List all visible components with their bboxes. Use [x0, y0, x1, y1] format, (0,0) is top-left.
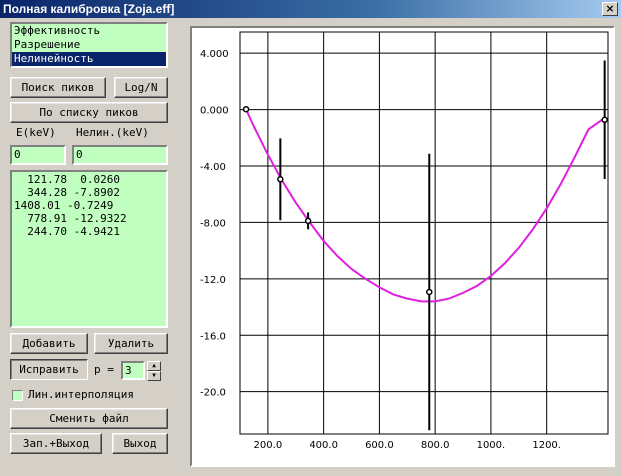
y-tick-label: 4.000: [200, 49, 229, 60]
exit-button[interactable]: Выход: [112, 433, 168, 454]
list-item[interactable]: 244.70 -4.9421: [12, 225, 166, 238]
add-button[interactable]: Добавить: [10, 333, 88, 354]
data-point: [304, 217, 312, 225]
energy-column-label: E(keV): [16, 126, 56, 139]
poly-degree-input[interactable]: 3: [121, 361, 145, 380]
window-titlebar: Полная калибровка [Zoja.eff] ×: [0, 0, 621, 18]
delete-button[interactable]: Удалить: [94, 333, 168, 354]
y-tick-label: -8.00: [200, 218, 226, 229]
window-title: Полная калибровка [Zoja.eff]: [3, 2, 175, 16]
plot-frame: [239, 31, 609, 435]
x-tick-label: 600.0: [365, 440, 394, 451]
interpolation-label: Лин.интерполяция: [28, 388, 134, 401]
list-item[interactable]: 121.78 0.0260: [12, 173, 166, 186]
log-n-button[interactable]: Log/N: [114, 77, 168, 98]
peak-search-button[interactable]: Поиск пиков: [10, 77, 106, 98]
nonlinearity-input[interactable]: 0: [72, 145, 168, 165]
data-point: [242, 105, 250, 113]
list-item[interactable]: 778.91 -12.9322: [12, 212, 166, 225]
x-tick-label: 200.0: [254, 440, 283, 451]
poly-degree-label: p =: [94, 363, 114, 376]
mode-item-nonlinearity[interactable]: Нелинейность: [12, 52, 166, 66]
x-tick-label: 1000.: [477, 440, 506, 451]
interpolation-checkbox[interactable]: [12, 390, 23, 401]
fix-button[interactable]: Исправить: [10, 359, 88, 380]
data-point: [426, 288, 433, 296]
arrow-up-icon: ▲: [152, 362, 156, 369]
y-tick-label: -12.0: [200, 275, 226, 286]
x-tick-label: 400.0: [309, 440, 338, 451]
spin-down-button[interactable]: ▼: [147, 371, 161, 381]
y-tick-label: 0.000: [200, 106, 229, 117]
save-exit-button[interactable]: Зап.+Выход: [10, 433, 102, 454]
list-item[interactable]: 344.28 -7.8902: [12, 186, 166, 199]
data-point: [601, 116, 608, 124]
nonlinearity-column-label: Нелин.(keV): [76, 126, 149, 139]
data-point: [277, 176, 284, 183]
mode-item-efficiency[interactable]: Эффективность: [12, 24, 166, 38]
x-tick-label: 800.0: [421, 440, 450, 451]
y-tick-label: -20.0: [200, 388, 226, 399]
energy-input[interactable]: 0: [10, 145, 66, 165]
list-item[interactable]: 1408.01 -0.7249: [12, 199, 166, 212]
mode-item-resolution[interactable]: Разрешение: [12, 38, 166, 52]
y-tick-label: -16.0: [200, 331, 226, 342]
close-button[interactable]: ×: [602, 2, 618, 16]
y-tick-label: -4.00: [200, 162, 226, 173]
calibration-plot-panel: 200.0 400.0 600.0 800.0 1000. 1200. 4.000 0.000…: [190, 26, 615, 467]
peak-data-list[interactable]: 121.78 0.0260 344.28 -7.8902 1408.01 -0.…: [10, 170, 168, 328]
fit-curve: [245, 109, 606, 303]
calibration-mode-list[interactable]: Эффективность Разрешение Нелинейность: [10, 22, 168, 68]
by-peak-list-button[interactable]: По списку пиков: [10, 102, 168, 123]
x-tick-label: 1200.: [532, 440, 561, 451]
change-file-button[interactable]: Сменить файл: [10, 408, 168, 429]
arrow-down-icon: ▼: [152, 372, 156, 379]
nonlinearity-chart: 200.0 400.0 600.0 800.0 1000. 1200. 4.000 0.000…: [200, 31, 609, 451]
spin-up-button[interactable]: ▲: [147, 361, 161, 371]
